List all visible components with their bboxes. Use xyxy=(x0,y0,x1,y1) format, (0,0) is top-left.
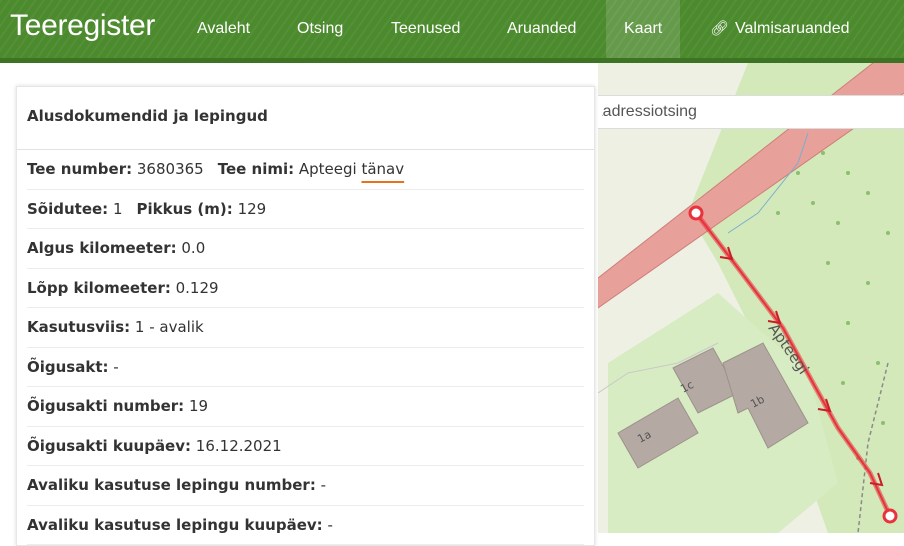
row-lane-length: Sõidutee: 1 Pikkus (m): 129 xyxy=(27,190,584,229)
road-name-label: Tee nimi: xyxy=(217,160,295,178)
legal-act-number-value: 19 xyxy=(188,397,209,415)
panel-title: Alusdokumendid ja lepingud xyxy=(27,107,268,125)
start-km-value: 0.0 xyxy=(181,239,206,257)
row-start-km: Algus kilomeeter: 0.0 xyxy=(27,229,584,269)
row-legal-act: Õigusakt: - xyxy=(27,348,584,387)
brand-logo[interactable]: Teeregister xyxy=(10,9,155,43)
legal-act-date-value: 16.12.2021 xyxy=(195,436,282,455)
link-icon: 🔗︎ xyxy=(710,20,730,37)
legal-act-value: - xyxy=(113,357,119,376)
row-legal-act-number: Õigusakti number: 19 xyxy=(27,387,584,427)
start-km-label: Algus kilomeeter: xyxy=(27,239,177,257)
road-name-value: Apteegi xyxy=(298,160,362,178)
map-route-start-marker xyxy=(688,205,704,221)
panel-header: Alusdokumendid ja lepingud xyxy=(17,87,594,150)
details-list: Tee number: 3680365 Tee nimi: Apteegi tän… xyxy=(17,150,594,545)
end-km-label: Lõpp kilomeeter: xyxy=(27,278,171,297)
legal-act-label: Õigusakt: xyxy=(27,357,109,376)
lane-value: 1 xyxy=(112,199,123,218)
nav-item-teenused[interactable]: Teenused xyxy=(391,0,460,58)
nav-item-otsing[interactable]: Otsing xyxy=(297,0,343,58)
end-km-value: 0.129 xyxy=(175,278,219,297)
map-view[interactable]: 1a 1c 1b Apteegi xyxy=(598,63,904,533)
public-use-contract-number-label: Avaliku kasutuse lepingu number: xyxy=(27,476,316,494)
map-search-input[interactable] xyxy=(598,96,902,128)
row-public-use-contract-number: Avaliku kasutuse lepingu number: - xyxy=(27,466,584,506)
top-navbar: Teeregister Avaleht Otsing Teenused Arua… xyxy=(0,0,904,58)
public-use-contract-date-value: - xyxy=(327,515,333,534)
usage-value: 1 - avalik xyxy=(134,318,204,336)
row-road-number-name: Tee number: 3680365 Tee nimi: Apteegi tän… xyxy=(27,150,584,190)
map-address-search[interactable] xyxy=(598,95,904,129)
nav-item-aruanded[interactable]: Aruanded xyxy=(507,0,576,58)
nav-item-valmisaruanded-label: Valmisaruanded xyxy=(735,20,850,37)
public-use-contract-number-value: - xyxy=(320,476,327,494)
legal-act-date-label: Õigusakti kuupäev: xyxy=(27,436,192,455)
row-legal-act-date: Õigusakti kuupäev: 16.12.2021 xyxy=(27,427,584,466)
usage-label: Kasutusviis: xyxy=(27,318,131,336)
row-public-use-contract-date: Avaliku kasutuse lepingu kuupäev: - xyxy=(27,506,584,545)
nav-item-avaleht[interactable]: Avaleht xyxy=(197,0,250,58)
road-number-label: Tee number: xyxy=(27,160,133,178)
map-canvas[interactable]: 1a 1c 1b Apteegi xyxy=(598,63,904,533)
length-label: Pikkus (m): xyxy=(136,199,233,218)
road-number-value: 3680365 xyxy=(136,160,204,178)
length-value: 129 xyxy=(237,199,267,218)
road-name-value-underlined: tänav xyxy=(361,160,405,178)
nav-item-kaart[interactable]: Kaart xyxy=(606,0,681,58)
row-usage: Kasutusviis: 1 - avalik xyxy=(27,308,584,348)
legal-act-number-label: Õigusakti number: xyxy=(27,397,185,415)
public-use-contract-date-label: Avaliku kasutuse lepingu kuupäev: xyxy=(27,515,323,534)
lane-label: Sõidutee: xyxy=(27,199,109,218)
row-end-km: Lõpp kilomeeter: 0.129 xyxy=(27,269,584,308)
nav-item-valmisaruanded[interactable]: 🔗︎ Valmisaruanded xyxy=(710,0,849,58)
documents-panel: Alusdokumendid ja lepingud Tee number: 3… xyxy=(16,86,595,546)
map-route-end-marker xyxy=(882,508,898,524)
